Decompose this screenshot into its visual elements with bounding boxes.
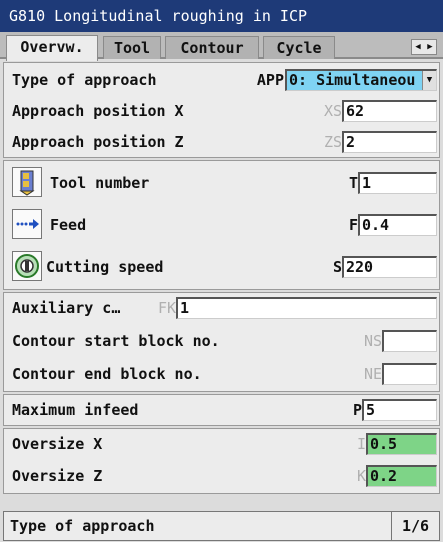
- approach-type-select[interactable]: 0: Simultaneou ▼: [285, 69, 437, 91]
- max-infeed-label: Maximum infeed: [12, 401, 139, 419]
- cycle-dialog: G810 Longitudinal roughing in ICP Overvw…: [0, 0, 443, 542]
- oversize-z-field[interactable]: 0.2: [366, 465, 437, 487]
- approach-x-label: Approach position X: [12, 102, 184, 120]
- cutting-speed-abbr: S: [332, 258, 342, 276]
- max-infeed-field[interactable]: 5: [362, 399, 437, 421]
- tab-tool[interactable]: Tool: [103, 36, 161, 59]
- speed-row: Cutting speed S 220: [4, 248, 439, 286]
- tooling-group: Tool number T 1 Feed F 0.4 Cutting speed…: [3, 160, 440, 290]
- feed-icon: [12, 209, 42, 239]
- feed-field[interactable]: 0.4: [358, 214, 437, 236]
- tool-number-field[interactable]: 1: [358, 172, 437, 194]
- max-infeed-abbr: P: [352, 401, 362, 419]
- oversize-z-label: Oversize Z: [12, 467, 103, 485]
- oversize-x-row: Oversize X I 0.5: [4, 429, 439, 459]
- aux-contour-label: Auxiliary c…: [12, 299, 121, 317]
- tab-cycle[interactable]: Cycle: [263, 36, 335, 59]
- status-text: Type of approach: [10, 517, 155, 535]
- approach-group: Type of approach APP 0: Simultaneou ▼ Ap…: [3, 62, 440, 158]
- approach-z-field[interactable]: 2: [342, 131, 437, 153]
- infeed-group: Maximum infeed P 5: [3, 394, 440, 426]
- aux-contour-abbr: FK: [157, 299, 176, 317]
- feed-abbr: F: [348, 216, 358, 234]
- approach-x-abbr: XS: [323, 102, 342, 120]
- tab-bar: Overvw. Tool Contour Cycle ◀ ▶: [0, 32, 443, 61]
- tab-overview[interactable]: Overvw.: [6, 35, 98, 61]
- cutting-speed-label: Cutting speed: [46, 258, 164, 276]
- tool-icon: [12, 167, 42, 197]
- scroll-left-icon[interactable]: ◀: [412, 40, 424, 54]
- feed-row: Feed F 0.4: [4, 206, 439, 244]
- tool-number-abbr: T: [348, 174, 358, 192]
- window-title: G810 Longitudinal roughing in ICP: [0, 0, 443, 32]
- approach-x-row: Approach position X XS 62: [4, 96, 439, 126]
- contour-start-field[interactable]: [382, 330, 437, 352]
- tab-contour[interactable]: Contour: [165, 36, 259, 59]
- scroll-right-icon[interactable]: ▶: [424, 40, 436, 54]
- status-bar: Type of approach 1/6: [3, 511, 440, 541]
- approach-z-row: Approach position Z ZS 2: [4, 127, 439, 157]
- approach-z-abbr: ZS: [323, 133, 342, 151]
- contour-end-row: Contour end block no. NE: [4, 359, 439, 389]
- oversize-x-abbr: I: [356, 435, 366, 453]
- aux-contour-row: Auxiliary c… FK 1: [4, 293, 439, 323]
- tool-number-label: Tool number: [50, 174, 150, 192]
- approach-type-label: Type of approach: [12, 71, 157, 89]
- approach-z-label: Approach position Z: [12, 133, 184, 151]
- contour-start-abbr: NS: [363, 332, 382, 350]
- spindle-icon: [12, 251, 42, 281]
- oversize-group: Oversize X I 0.5 Oversize Z K 0.2: [3, 428, 440, 494]
- contour-end-field[interactable]: [382, 363, 437, 385]
- approach-type-row: Type of approach APP 0: Simultaneou ▼: [4, 65, 439, 95]
- page-indicator: 1/6: [391, 512, 439, 540]
- tool-row: Tool number T 1: [4, 164, 439, 202]
- cutting-speed-field[interactable]: 220: [342, 256, 437, 278]
- contour-end-abbr: NE: [363, 365, 382, 383]
- approach-type-value: 0: Simultaneou: [289, 71, 416, 89]
- approach-type-abbr: APP: [256, 71, 284, 89]
- oversize-z-row: Oversize Z K 0.2: [4, 461, 439, 491]
- oversize-x-label: Oversize X: [12, 435, 103, 453]
- approach-x-field[interactable]: 62: [342, 100, 437, 122]
- max-infeed-row: Maximum infeed P 5: [4, 395, 439, 425]
- feed-label: Feed: [50, 216, 87, 234]
- tab-scroll-buttons[interactable]: ◀ ▶: [411, 39, 437, 55]
- contour-end-label: Contour end block no.: [12, 365, 202, 383]
- oversize-z-abbr: K: [356, 467, 366, 485]
- contour-group: Auxiliary c… FK 1 Contour start block no…: [3, 292, 440, 392]
- chevron-down-icon[interactable]: ▼: [422, 71, 436, 90]
- aux-contour-field[interactable]: 1: [176, 297, 437, 319]
- oversize-x-field[interactable]: 0.5: [366, 433, 437, 455]
- contour-start-row: Contour start block no. NS: [4, 326, 439, 356]
- contour-start-label: Contour start block no.: [12, 332, 220, 350]
